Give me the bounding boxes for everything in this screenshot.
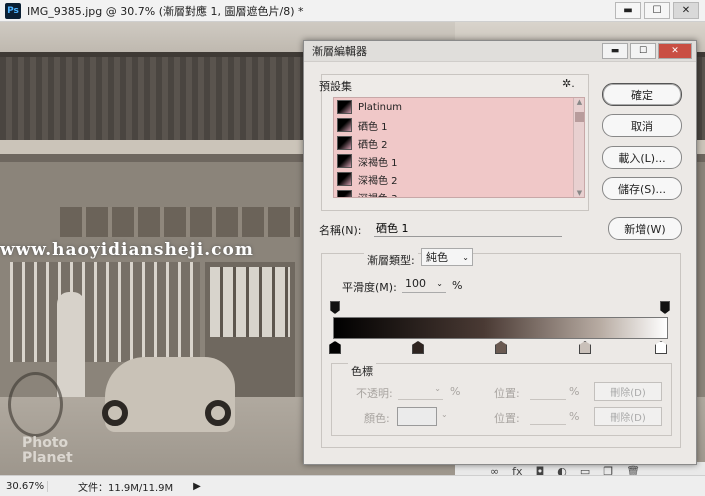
status-arrow-icon[interactable]: ▶ <box>193 481 201 492</box>
gradient-editor-dialog: 漸層編輯器 ▬ ☐ ✕ 預設集 ✲. Platinum 硒色 1 硒色 2 深褐… <box>303 40 697 465</box>
save-button[interactable]: 儲存(S)... <box>602 177 682 200</box>
gradient-type-value: 純色 <box>426 251 448 264</box>
preset-item[interactable]: 深褐色 3 <box>334 188 584 198</box>
chevron-down-icon: ⌄ <box>434 384 441 393</box>
watermark-text: www.haoyidiansheji.com <box>0 240 254 260</box>
window-controls: ▬ ☐ ✕ <box>615 2 699 19</box>
maximize-button[interactable]: ☐ <box>644 2 670 19</box>
load-button[interactable]: 載入(L)... <box>602 146 682 169</box>
preset-list[interactable]: Platinum 硒色 1 硒色 2 深褐色 1 深褐色 2 深褐色 3 ▲ ▼ <box>333 97 585 198</box>
photoshop-app-icon: Ps <box>5 2 21 19</box>
opacity-position-label: 位置: <box>494 387 520 400</box>
gradient-swatch-icon <box>337 190 352 197</box>
delete-opacity-stop-button[interactable]: 刪除(D) <box>594 382 662 401</box>
gradient-type-select[interactable]: 純色 ⌄ <box>421 248 473 266</box>
preset-item[interactable]: 深褐色 2 <box>334 170 584 188</box>
document-size: 文件：11.9M/11.9M <box>78 482 174 494</box>
photo-gas-tank <box>57 292 85 402</box>
chevron-down-icon: ⌄ <box>436 279 443 288</box>
gradient-swatch-icon <box>337 136 352 150</box>
opacity-field[interactable]: ⌄ <box>398 382 443 400</box>
smoothness-value: 100 <box>405 277 426 290</box>
opacity-percent: % <box>450 385 461 398</box>
opacity-label: 不透明: <box>356 387 393 400</box>
color-position-field[interactable] <box>530 407 566 425</box>
photo-window-grate <box>10 262 200 362</box>
dialog-close-button[interactable]: ✕ <box>658 43 692 59</box>
color-position-label: 位置: <box>494 412 520 425</box>
gradient-swatch-icon <box>337 172 352 186</box>
photo-planet-logo-text: Photo Planet <box>22 435 73 466</box>
gradient-swatch-icon <box>337 118 352 132</box>
preset-name: 深褐色 3 <box>358 190 398 198</box>
photo-scooter-wheel <box>205 400 231 426</box>
photo-door-glass <box>210 267 290 337</box>
photo-planet-logo: Photo Planet <box>22 436 73 466</box>
close-button[interactable]: ✕ <box>673 2 699 19</box>
dialog-title-bar: 漸層編輯器 ▬ ☐ ✕ <box>304 41 696 62</box>
scroll-thumb[interactable] <box>575 112 584 122</box>
preset-name: 硒色 1 <box>358 121 388 133</box>
preset-item[interactable]: 深褐色 1 <box>334 152 584 170</box>
gradient-type-label: 漸層類型: <box>364 252 418 268</box>
document-window: Ps IMG_9385.jpg @ 30.7% (漸層對應 1, 圖層遮色片/8… <box>0 0 705 496</box>
stop-color-swatch[interactable] <box>397 407 437 426</box>
preset-name: 硒色 2 <box>358 139 388 151</box>
name-label: 名稱(N): <box>319 224 362 237</box>
dialog-title: 漸層編輯器 <box>312 45 367 58</box>
chevron-down-icon: ⌄ <box>462 252 469 262</box>
smoothness-label: 平滑度(M): <box>342 281 397 294</box>
document-title: IMG_9385.jpg @ 30.7% (漸層對應 1, 圖層遮色片/8) * <box>27 4 304 18</box>
preset-name: Platinum <box>358 101 403 113</box>
gradient-preview-bar[interactable] <box>333 317 668 339</box>
title-bar: Ps IMG_9385.jpg @ 30.7% (漸層對應 1, 圖層遮色片/8… <box>0 0 705 22</box>
color-position-percent: % <box>569 410 580 423</box>
cancel-button[interactable]: 取消 <box>602 114 682 137</box>
dialog-minimize-button[interactable]: ▬ <box>602 43 628 59</box>
color-label: 顏色: <box>364 412 390 425</box>
name-input[interactable] <box>374 219 562 237</box>
opacity-position-percent: % <box>569 385 580 398</box>
ok-button[interactable]: 確定 <box>602 83 682 106</box>
preset-item[interactable]: Platinum <box>334 98 584 116</box>
scroll-down-icon[interactable]: ▼ <box>574 189 584 197</box>
smoothness-select[interactable]: 100 ⌄ <box>402 275 446 293</box>
scroll-up-icon[interactable]: ▲ <box>574 98 584 106</box>
delete-color-stop-button[interactable]: 刪除(D) <box>594 407 662 426</box>
opacity-position-field[interactable] <box>530 382 566 400</box>
status-bar: 30.67% 文件：11.9M/11.9M ▶ <box>0 475 705 496</box>
dialog-maximize-button[interactable]: ☐ <box>630 43 656 59</box>
presets-label: 預設集 <box>319 80 352 93</box>
preset-item[interactable]: 硒色 2 <box>334 134 584 152</box>
gradient-swatch-icon <box>337 100 352 114</box>
chevron-down-icon: ⌄ <box>441 410 448 419</box>
preset-scrollbar[interactable]: ▲ ▼ <box>573 98 584 197</box>
photo-upper-windows <box>60 207 300 237</box>
smoothness-percent: % <box>452 279 463 292</box>
gear-icon[interactable]: ✲. <box>562 77 575 90</box>
new-button[interactable]: 新增(W) <box>608 217 682 240</box>
stops-title: 色標 <box>348 363 376 379</box>
preset-item[interactable]: 硒色 1 <box>334 116 584 134</box>
zoom-level[interactable]: 30.67% <box>0 480 48 492</box>
photo-bicycle <box>8 372 63 437</box>
minimize-button[interactable]: ▬ <box>615 2 641 19</box>
dialog-window-controls: ▬ ☐ ✕ <box>602 43 692 59</box>
preset-name: 深褐色 2 <box>358 175 398 187</box>
photo-scooter-wheel <box>102 400 128 426</box>
gradient-swatch-icon <box>337 154 352 168</box>
preset-name: 深褐色 1 <box>358 157 398 169</box>
